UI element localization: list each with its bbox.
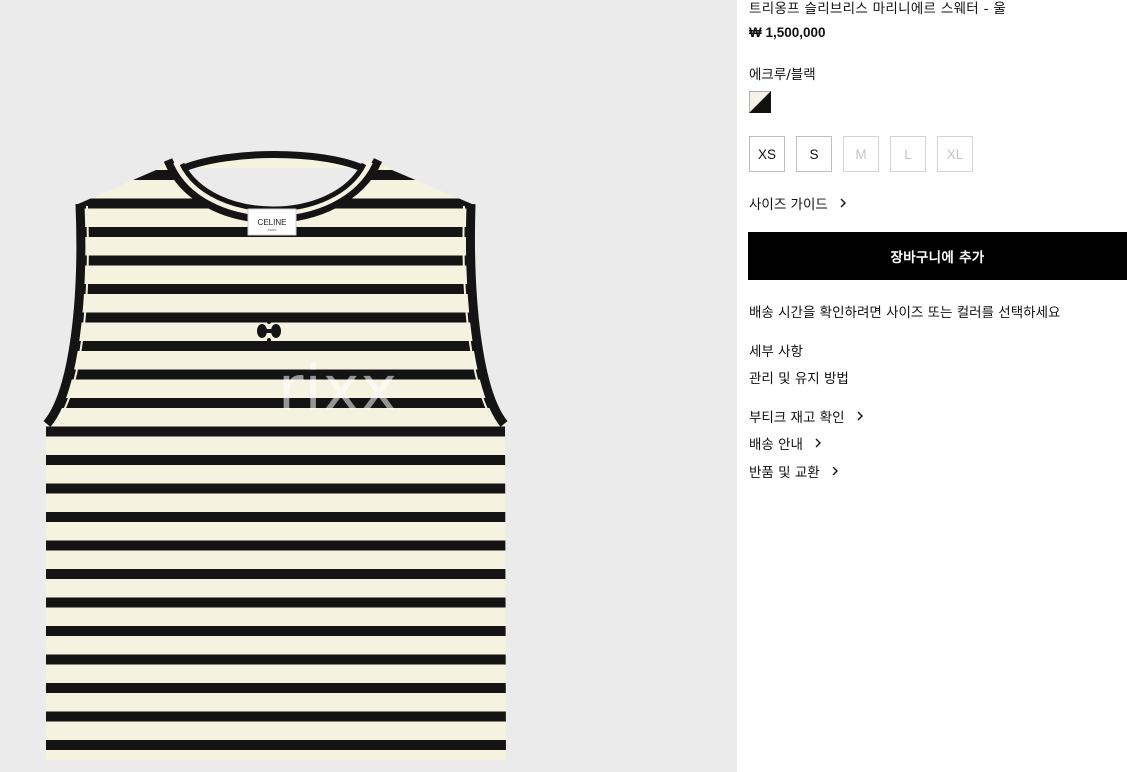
brand-label-subtext: PARIS bbox=[268, 228, 277, 232]
garment-stripe bbox=[46, 341, 506, 351]
color-name: 에크루/블랙 bbox=[749, 67, 816, 83]
size-option-xs[interactable]: XS bbox=[749, 136, 785, 172]
returns-label: 반품 및 교환 bbox=[749, 465, 820, 481]
size-option-l[interactable]: L bbox=[890, 136, 926, 172]
size-selector: XS S M L XL bbox=[749, 136, 973, 172]
size-guide-link[interactable]: 사이즈 가이드 bbox=[749, 193, 849, 213]
garment-stripe bbox=[46, 255, 506, 266]
size-option-xl[interactable]: XL bbox=[937, 136, 973, 172]
garment-stripe bbox=[46, 626, 506, 636]
garment-stripe bbox=[46, 426, 506, 437]
garment-stripe bbox=[46, 455, 506, 465]
brand-label-text: CELINE bbox=[258, 218, 287, 227]
color-swatch-ecru-black[interactable] bbox=[749, 91, 771, 113]
delivery-notice: 배송 시간을 확인하려면 사이즈 또는 컬러를 선택하세요 bbox=[749, 305, 1061, 321]
product-detail-panel: 트리옹프 슬리브리스 마리니에르 스웨터 - 울 ₩ 1,500,000 에크루… bbox=[748, 0, 1127, 772]
garment-stripe bbox=[46, 170, 506, 180]
chevron-right-icon bbox=[832, 466, 838, 476]
product-title: 트리옹프 슬리브리스 마리니에르 스웨터 - 울 bbox=[749, 1, 1007, 17]
boutique-stock-link[interactable]: 부티크 재고 확인 bbox=[749, 406, 866, 426]
garment-stripe bbox=[46, 483, 506, 494]
chevron-right-icon bbox=[857, 411, 863, 421]
shipping-info-label: 배송 안내 bbox=[749, 437, 803, 453]
size-option-s[interactable]: S bbox=[796, 136, 832, 172]
product-image-gallery[interactable]: CELINE PARIS rixx bbox=[0, 0, 737, 772]
details-toggle[interactable]: 세부 사항 bbox=[749, 340, 803, 360]
boutique-stock-label: 부티크 재고 확인 bbox=[749, 410, 845, 426]
garment-stripe bbox=[46, 284, 506, 294]
garment-stripe bbox=[46, 597, 506, 608]
garment-stripe bbox=[46, 711, 506, 722]
size-guide-label: 사이즈 가이드 bbox=[749, 197, 828, 213]
size-option-m[interactable]: M bbox=[843, 136, 879, 172]
garment-stripe bbox=[46, 569, 506, 579]
garment-stripe bbox=[46, 740, 506, 750]
watermark-text: rixx bbox=[278, 352, 399, 425]
garment-stripe bbox=[46, 312, 506, 323]
garment-stripe bbox=[46, 540, 506, 551]
garment-stripe bbox=[46, 654, 506, 665]
care-toggle[interactable]: 관리 및 유지 방법 bbox=[749, 367, 849, 387]
chevron-right-icon bbox=[840, 198, 846, 208]
add-to-cart-button[interactable]: 장바구니에 추가 bbox=[748, 232, 1127, 280]
shipping-info-link[interactable]: 배송 안내 bbox=[749, 433, 824, 453]
chevron-right-icon bbox=[815, 438, 821, 448]
garment-stripe bbox=[46, 683, 506, 693]
returns-link[interactable]: 반품 및 교환 bbox=[749, 461, 841, 481]
swatch-icon bbox=[749, 91, 771, 113]
product-price: ₩ 1,500,000 bbox=[749, 25, 826, 40]
garment-stripe bbox=[46, 512, 506, 522]
